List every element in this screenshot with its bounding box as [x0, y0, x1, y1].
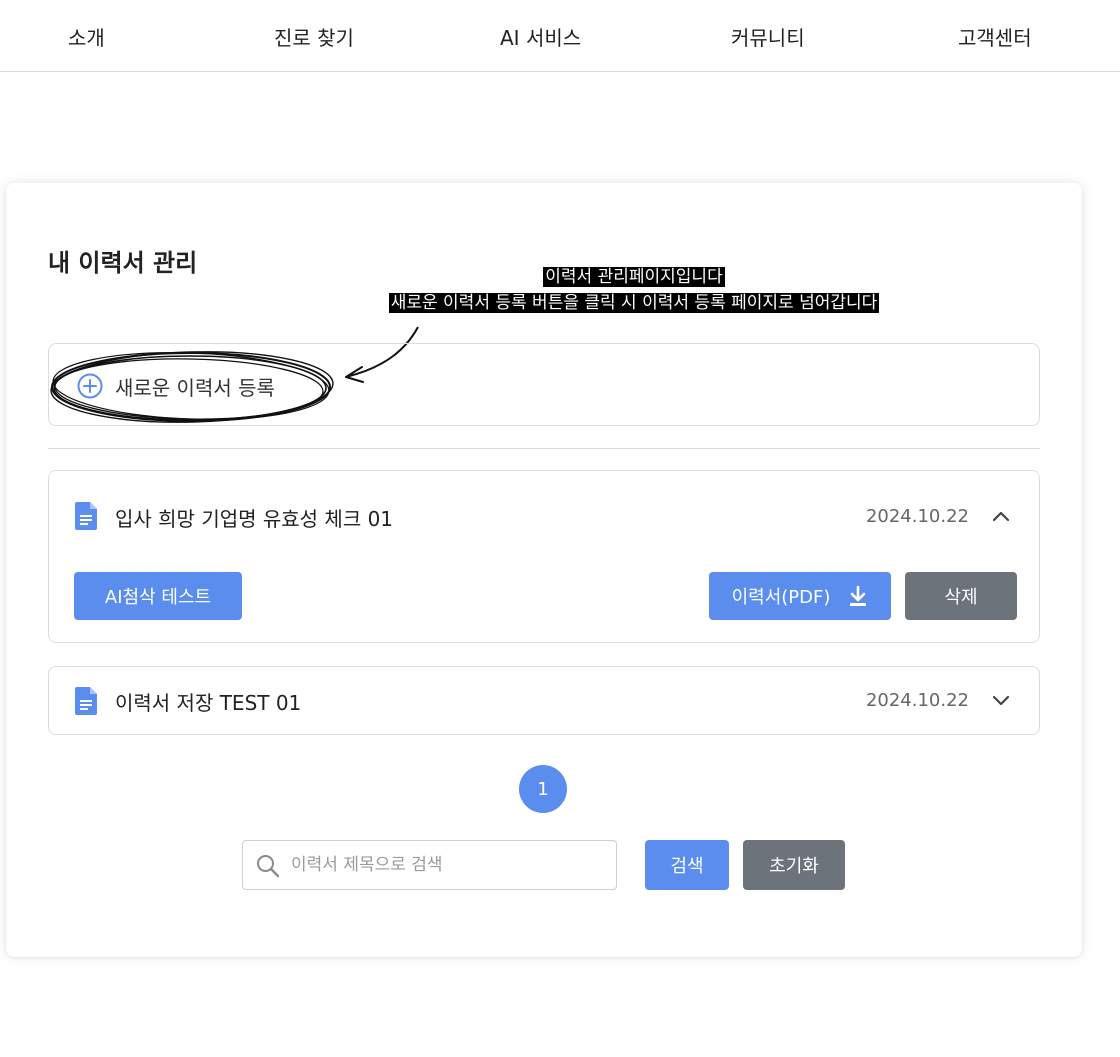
search-button-label: 검색 [670, 856, 704, 877]
delete-button[interactable]: 삭제 [905, 572, 1017, 620]
page-number: 1 [537, 778, 549, 800]
download-icon [850, 585, 867, 606]
search-button[interactable]: 검색 [645, 840, 729, 890]
resume-management-card: 내 이력서 관리 이력서 관리페이지입니다 새로운 이력서 등록 버튼을 클릭 … [6, 183, 1082, 957]
chevron-up-icon[interactable] [991, 506, 1011, 526]
chevron-down-icon[interactable] [991, 690, 1011, 710]
pagination-page-1[interactable]: 1 [519, 765, 567, 813]
resume-item: 입사 희망 기업명 유효성 체크 01 2024.10.22 AI첨삭 테스트 … [48, 470, 1040, 643]
ai-review-test-label: AI첨삭 테스트 [104, 587, 212, 608]
annotation-note: 이력서 관리페이지입니다 새로운 이력서 등록 버튼을 클릭 시 이력서 등록 … [322, 264, 946, 316]
nav-item-support[interactable]: 고객센터 [958, 22, 1032, 51]
resume-title[interactable]: 입사 희망 기업명 유효성 체크 01 [115, 503, 393, 532]
new-resume-button[interactable]: 새로운 이력서 등록 [48, 343, 1040, 426]
nav-item-career[interactable]: 진로 찾기 [274, 22, 354, 51]
document-icon [75, 687, 97, 715]
search-icon [257, 855, 280, 878]
search-input[interactable] [291, 849, 601, 881]
nav-item-community[interactable]: 커뮤니티 [731, 22, 805, 51]
resume-date: 2024.10.22 [865, 506, 969, 527]
nav-item-ai-service[interactable]: AI 서비스 [500, 22, 581, 51]
resume-date: 2024.10.22 [865, 690, 969, 711]
download-pdf-button[interactable]: 이력서(PDF) [709, 572, 891, 620]
plus-circle-icon [77, 373, 103, 399]
nav-item-intro[interactable]: 소개 [68, 22, 105, 51]
resume-item: 이력서 저장 TEST 01 2024.10.22 [48, 666, 1040, 735]
delete-label: 삭제 [944, 587, 978, 608]
ai-review-test-button[interactable]: AI첨삭 테스트 [74, 572, 242, 620]
document-icon [75, 502, 97, 530]
reset-button[interactable]: 초기화 [743, 840, 845, 890]
annotation-line-2: 새로운 이력서 등록 버튼을 클릭 시 이력서 등록 페이지로 넘어갑니다 [388, 293, 880, 313]
resume-title[interactable]: 이력서 저장 TEST 01 [115, 687, 301, 716]
new-resume-label: 새로운 이력서 등록 [115, 376, 275, 400]
top-navigation: 소개 진로 찾기 AI 서비스 커뮤니티 고객센터 [0, 0, 1120, 72]
reset-button-label: 초기화 [769, 856, 819, 877]
search-field[interactable] [242, 840, 617, 890]
page-title: 내 이력서 관리 [48, 249, 198, 277]
section-divider [48, 448, 1040, 449]
annotation-line-1: 이력서 관리페이지입니다 [543, 267, 725, 287]
download-pdf-label: 이력서(PDF) [731, 587, 831, 608]
